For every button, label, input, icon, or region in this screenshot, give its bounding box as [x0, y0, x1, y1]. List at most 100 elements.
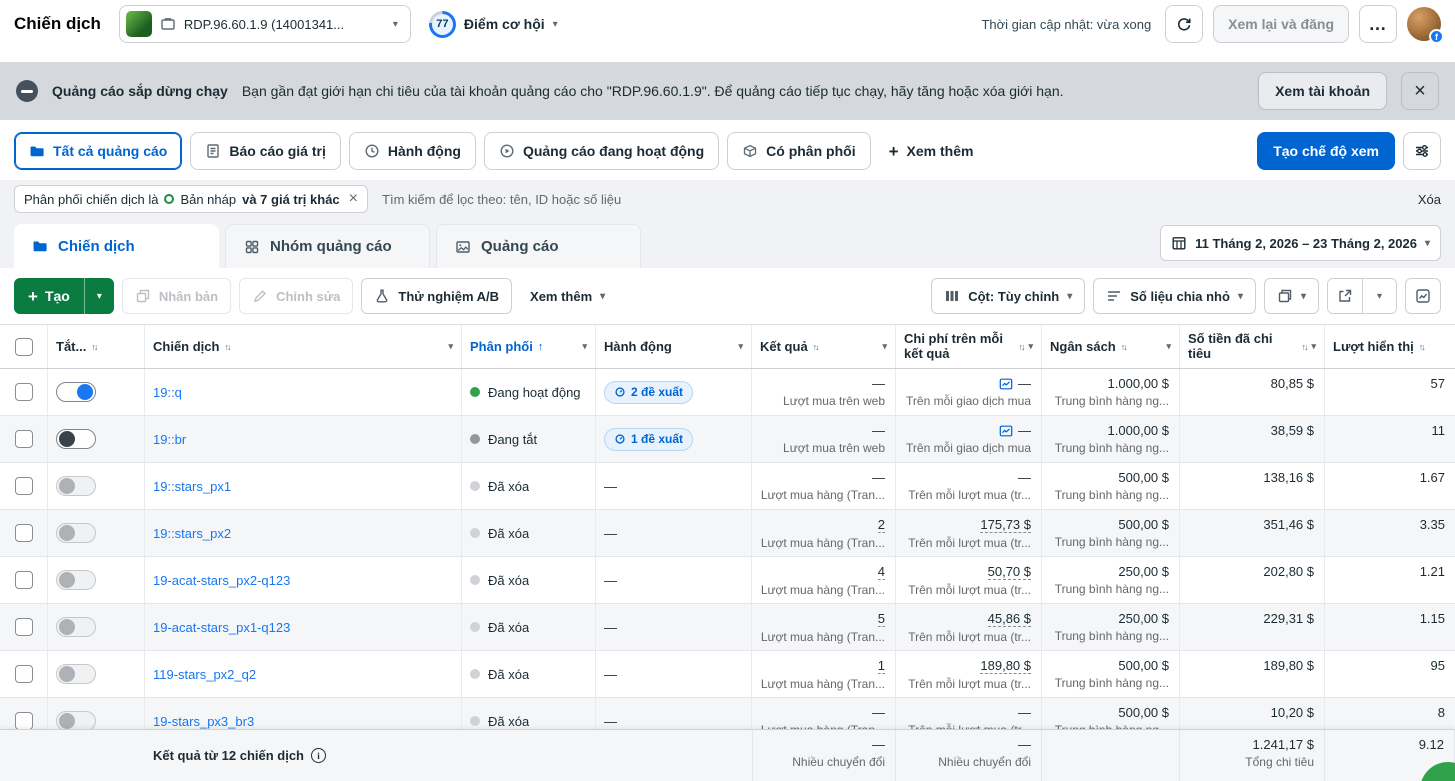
- opportunity-score[interactable]: 77 Điểm cơ hội ▾: [428, 10, 558, 38]
- result-value[interactable]: —: [872, 470, 885, 485]
- filter-settings-button[interactable]: [1403, 132, 1441, 170]
- toolbar-more-button[interactable]: Xem thêm ▾: [520, 278, 615, 314]
- header-campaign[interactable]: Chiến dịch ↑↓ ▾: [145, 325, 462, 368]
- columns-button[interactable]: Cột: Tùy chỉnh ▾: [931, 278, 1086, 314]
- result-value[interactable]: 5: [877, 611, 885, 627]
- result-value[interactable]: —: [872, 423, 885, 438]
- campaign-name-link[interactable]: 19-stars_px3_br3: [153, 714, 254, 729]
- row-checkbox[interactable]: [14, 524, 33, 542]
- campaign-toggle[interactable]: [56, 570, 96, 590]
- banner-close-button[interactable]: ×: [1401, 72, 1439, 110]
- suggestion-badge[interactable]: 2 đề xuất: [604, 380, 694, 404]
- campaign-name-link[interactable]: 19::stars_px2: [153, 526, 231, 541]
- more-options-button[interactable]: …: [1359, 5, 1397, 43]
- view-account-button[interactable]: Xem tài khoản: [1258, 72, 1387, 110]
- remove-filter-icon[interactable]: ×: [349, 191, 358, 207]
- cost-value[interactable]: 189,80 $: [980, 658, 1031, 674]
- view-tab-all-ads[interactable]: Tất cả quảng cáo: [14, 132, 183, 170]
- filter-chevron-icon[interactable]: ▾: [448, 341, 453, 352]
- result-value[interactable]: —: [872, 376, 885, 391]
- header-amount-spent[interactable]: Số tiền đã chi tiêu ↑↓ ▾: [1180, 325, 1325, 368]
- result-value[interactable]: —: [872, 705, 885, 720]
- filter-chevron-icon[interactable]: ▾: [1311, 341, 1316, 352]
- cost-value[interactable]: 50,70 $: [987, 564, 1031, 580]
- row-checkbox[interactable]: [14, 571, 33, 589]
- campaign-toggle[interactable]: [56, 382, 96, 402]
- row-checkbox[interactable]: [14, 665, 33, 683]
- suggestion-badge[interactable]: 1 đề xuất: [604, 427, 694, 451]
- cost-value[interactable]: 175,73 $: [980, 517, 1031, 533]
- charts-button[interactable]: [1405, 278, 1441, 314]
- clear-filters-link[interactable]: Xóa: [1418, 192, 1441, 207]
- filter-chevron-icon[interactable]: ▾: [1166, 341, 1171, 352]
- result-value[interactable]: 2: [877, 517, 885, 533]
- create-view-button[interactable]: Tạo chế độ xem: [1257, 132, 1395, 170]
- refresh-button[interactable]: [1165, 5, 1204, 43]
- campaign-toggle[interactable]: [56, 429, 96, 449]
- row-checkbox[interactable]: [14, 618, 33, 636]
- view-tab-active-ads[interactable]: Quảng cáo đang hoạt động: [483, 132, 720, 170]
- row-checkbox[interactable]: [14, 477, 33, 495]
- ab-test-button[interactable]: Thử nghiệm A/B: [361, 278, 513, 314]
- campaign-toggle[interactable]: [56, 664, 96, 684]
- result-value[interactable]: 1: [877, 658, 885, 674]
- review-publish-button[interactable]: Xem lại và đăng: [1213, 5, 1349, 43]
- campaign-name-link[interactable]: 19::br: [153, 432, 186, 447]
- delivery-filter-chip[interactable]: Phân phối chiến dịch là Bản nháp và 7 gi…: [14, 185, 369, 213]
- create-button[interactable]: + Tạo: [14, 278, 84, 314]
- breakdown-button[interactable]: Số liệu chia nhỏ ▾: [1093, 278, 1256, 314]
- view-tab-has-delivery[interactable]: Có phân phối: [727, 132, 871, 170]
- cost-value[interactable]: —: [1018, 470, 1031, 485]
- cost-chart-icon[interactable]: [999, 424, 1013, 438]
- campaign-toggle[interactable]: [56, 711, 96, 729]
- duplicate-button[interactable]: Nhân bản: [121, 278, 232, 314]
- tab-campaigns[interactable]: Chiến dịch: [14, 224, 219, 268]
- filter-chevron-icon[interactable]: ▾: [738, 341, 743, 352]
- cost-value[interactable]: —: [1018, 423, 1031, 438]
- view-tabs-see-more-button[interactable]: + Xem thêm: [879, 132, 984, 170]
- select-all-checkbox[interactable]: [14, 337, 33, 356]
- table-header: Tắt... ↑↓ Chiến dịch ↑↓ ▾ Phân phối ↑ ▾ Hành …: [0, 325, 1455, 369]
- campaign-name-link[interactable]: 19-acat-stars_px2-q123: [153, 573, 290, 588]
- create-dropdown-button[interactable]: ▾: [83, 278, 114, 314]
- tab-ads[interactable]: Quảng cáo: [436, 224, 641, 268]
- edit-button[interactable]: Chỉnh sửa: [239, 278, 354, 314]
- user-avatar[interactable]: f: [1407, 7, 1444, 44]
- search-input[interactable]: [382, 191, 1404, 207]
- campaign-name-link[interactable]: 19-acat-stars_px1-q123: [153, 620, 290, 635]
- row-checkbox[interactable]: [14, 383, 33, 401]
- view-tab-actions[interactable]: Hành động: [348, 132, 476, 170]
- filter-chevron-icon[interactable]: ▾: [582, 341, 587, 352]
- header-delivery[interactable]: Phân phối ↑ ▾: [462, 325, 596, 368]
- campaign-toggle[interactable]: [56, 476, 96, 496]
- campaign-name-link[interactable]: 19::q: [153, 385, 182, 400]
- cost-value[interactable]: —: [1018, 376, 1031, 391]
- row-checkbox[interactable]: [14, 712, 33, 729]
- header-action[interactable]: Hành động ▾: [596, 325, 752, 368]
- campaign-name-link[interactable]: 19::stars_px1: [153, 479, 231, 494]
- campaign-toggle[interactable]: [56, 523, 96, 543]
- tab-ad-sets[interactable]: Nhóm quảng cáo: [225, 224, 430, 268]
- cost-chart-icon[interactable]: [999, 377, 1013, 391]
- header-impressions[interactable]: Lượt hiển thị ↑↓: [1325, 325, 1455, 368]
- header-results[interactable]: Kết quả ↑↓ ▾: [752, 325, 896, 368]
- header-budget[interactable]: Ngân sách ↑↓ ▾: [1042, 325, 1180, 368]
- filter-chevron-icon[interactable]: ▾: [882, 341, 887, 352]
- header-toggle[interactable]: Tắt... ↑↓: [48, 325, 145, 368]
- header-cost-per-result[interactable]: Chi phí trên mỗi kết quả ↑↓ ▾: [896, 325, 1042, 368]
- cost-value[interactable]: 45,86 $: [987, 611, 1031, 627]
- info-icon[interactable]: i: [311, 748, 326, 763]
- cost-value[interactable]: —: [1018, 705, 1031, 720]
- date-range-picker[interactable]: 11 Tháng 2, 2026 – 23 Tháng 2, 2026 ▾: [1160, 225, 1441, 261]
- filter-chevron-icon[interactable]: ▾: [1028, 341, 1033, 352]
- campaign-toggle[interactable]: [56, 617, 96, 637]
- row-checkbox[interactable]: [14, 430, 33, 448]
- export-button[interactable]: [1328, 279, 1362, 313]
- toolbar-more-label: Xem thêm: [530, 288, 593, 304]
- result-value[interactable]: 4: [877, 564, 885, 580]
- campaign-name-link[interactable]: 119-stars_px2_q2: [153, 667, 256, 682]
- reports-button[interactable]: ▾: [1263, 278, 1319, 314]
- export-dropdown-button[interactable]: ▾: [1362, 279, 1396, 313]
- view-tab-value-report[interactable]: Báo cáo giá trị: [190, 132, 341, 170]
- ad-account-selector[interactable]: RDP.96.60.1.9 (14001341... ▾: [118, 5, 411, 43]
